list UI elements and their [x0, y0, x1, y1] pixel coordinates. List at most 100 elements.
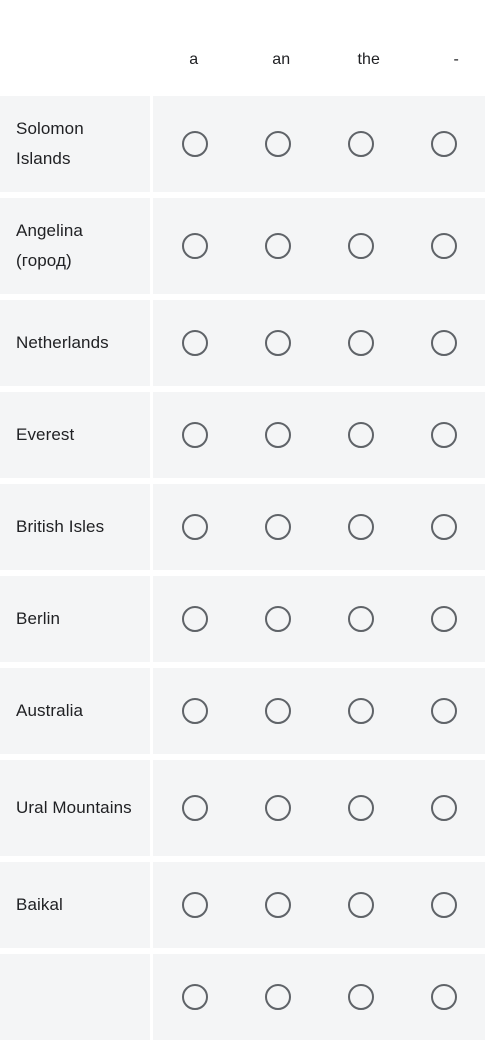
- grid-row-berlin: Berlin: [0, 576, 500, 662]
- radio-cell-a[interactable]: [153, 131, 236, 157]
- radio-cell-a[interactable]: [153, 984, 236, 1010]
- radio-button-icon[interactable]: [348, 422, 374, 448]
- radio-button-icon[interactable]: [431, 795, 457, 821]
- radio-button-icon[interactable]: [265, 514, 291, 540]
- radio-cell-a[interactable]: [153, 892, 236, 918]
- radio-cell-dash[interactable]: [402, 698, 485, 724]
- row-options: [153, 300, 485, 386]
- radio-button-icon[interactable]: [348, 892, 374, 918]
- radio-button-icon[interactable]: [265, 422, 291, 448]
- row-options: [153, 862, 485, 948]
- radio-cell-the[interactable]: [319, 892, 402, 918]
- radio-button-icon[interactable]: [431, 606, 457, 632]
- radio-button-icon[interactable]: [265, 984, 291, 1010]
- radio-cell-dash[interactable]: [402, 606, 485, 632]
- radio-button-icon[interactable]: [431, 233, 457, 259]
- row-label-cell: Solomon Islands: [0, 96, 150, 192]
- radio-cell-dash[interactable]: [402, 514, 485, 540]
- grid-row-british-isles: British Isles: [0, 484, 500, 570]
- radio-cell-an[interactable]: [236, 330, 319, 356]
- row-label-cell: Ural Mountains: [0, 760, 150, 856]
- radio-cell-dash[interactable]: [402, 984, 485, 1010]
- radio-button-icon[interactable]: [182, 698, 208, 724]
- radio-button-icon[interactable]: [182, 131, 208, 157]
- radio-cell-dash[interactable]: [402, 233, 485, 259]
- radio-button-icon[interactable]: [265, 892, 291, 918]
- radio-cell-an[interactable]: [236, 984, 319, 1010]
- row-label-cell: Netherlands: [0, 300, 150, 386]
- radio-button-icon[interactable]: [265, 606, 291, 632]
- radio-cell-an[interactable]: [236, 606, 319, 632]
- row-options: [153, 668, 485, 754]
- radio-cell-an[interactable]: [236, 131, 319, 157]
- radio-cell-an[interactable]: [236, 514, 319, 540]
- radio-cell-a[interactable]: [153, 606, 236, 632]
- radio-cell-dash[interactable]: [402, 892, 485, 918]
- radio-cell-the[interactable]: [319, 233, 402, 259]
- radio-button-icon[interactable]: [265, 698, 291, 724]
- radio-cell-a[interactable]: [153, 795, 236, 821]
- radio-cell-an[interactable]: [236, 795, 319, 821]
- row-label-cell: British Isles: [0, 484, 150, 570]
- radio-button-icon[interactable]: [182, 984, 208, 1010]
- row-label-text: Berlin: [16, 604, 60, 634]
- radio-cell-a[interactable]: [153, 698, 236, 724]
- radio-button-icon[interactable]: [431, 698, 457, 724]
- row-label-text: Ural Mountains: [16, 793, 132, 823]
- radio-button-icon[interactable]: [265, 233, 291, 259]
- radio-cell-an[interactable]: [236, 233, 319, 259]
- radio-cell-dash[interactable]: [402, 330, 485, 356]
- radio-cell-dash[interactable]: [402, 422, 485, 448]
- radio-button-icon[interactable]: [182, 330, 208, 356]
- grid-row-baikal: Baikal: [0, 862, 500, 948]
- radio-button-icon[interactable]: [348, 330, 374, 356]
- radio-button-icon[interactable]: [265, 330, 291, 356]
- radio-cell-the[interactable]: [319, 330, 402, 356]
- radio-button-icon[interactable]: [348, 698, 374, 724]
- radio-cell-a[interactable]: [153, 233, 236, 259]
- grid-rows: Solomon Islands Angelina (город) N: [0, 96, 500, 1040]
- radio-button-icon[interactable]: [431, 984, 457, 1010]
- radio-button-icon[interactable]: [348, 131, 374, 157]
- column-header-a: a: [150, 51, 238, 69]
- radio-button-icon[interactable]: [431, 892, 457, 918]
- radio-button-icon[interactable]: [348, 514, 374, 540]
- radio-cell-the[interactable]: [319, 698, 402, 724]
- column-header-an: an: [238, 51, 326, 69]
- radio-cell-a[interactable]: [153, 330, 236, 356]
- radio-cell-an[interactable]: [236, 698, 319, 724]
- radio-button-icon[interactable]: [431, 131, 457, 157]
- radio-cell-the[interactable]: [319, 606, 402, 632]
- radio-button-icon[interactable]: [182, 606, 208, 632]
- radio-cell-dash[interactable]: [402, 131, 485, 157]
- radio-cell-an[interactable]: [236, 422, 319, 448]
- radio-button-icon[interactable]: [348, 233, 374, 259]
- column-header-the: the: [325, 51, 413, 69]
- radio-cell-dash[interactable]: [402, 795, 485, 821]
- radio-cell-the[interactable]: [319, 422, 402, 448]
- radio-cell-the[interactable]: [319, 795, 402, 821]
- radio-button-icon[interactable]: [265, 795, 291, 821]
- grid-row-angelina: Angelina (город): [0, 198, 500, 294]
- radio-cell-a[interactable]: [153, 422, 236, 448]
- column-header-dash: -: [413, 51, 500, 69]
- radio-button-icon[interactable]: [431, 330, 457, 356]
- radio-cell-the[interactable]: [319, 984, 402, 1010]
- radio-button-icon[interactable]: [182, 892, 208, 918]
- radio-button-icon[interactable]: [431, 422, 457, 448]
- radio-cell-the[interactable]: [319, 514, 402, 540]
- row-options: [153, 96, 485, 192]
- radio-button-icon[interactable]: [182, 233, 208, 259]
- radio-button-icon[interactable]: [182, 422, 208, 448]
- radio-cell-a[interactable]: [153, 514, 236, 540]
- radio-button-icon[interactable]: [431, 514, 457, 540]
- row-options: [153, 954, 485, 1040]
- radio-button-icon[interactable]: [348, 984, 374, 1010]
- radio-button-icon[interactable]: [348, 606, 374, 632]
- radio-cell-an[interactable]: [236, 892, 319, 918]
- radio-button-icon[interactable]: [182, 514, 208, 540]
- radio-cell-the[interactable]: [319, 131, 402, 157]
- radio-button-icon[interactable]: [265, 131, 291, 157]
- radio-button-icon[interactable]: [348, 795, 374, 821]
- radio-button-icon[interactable]: [182, 795, 208, 821]
